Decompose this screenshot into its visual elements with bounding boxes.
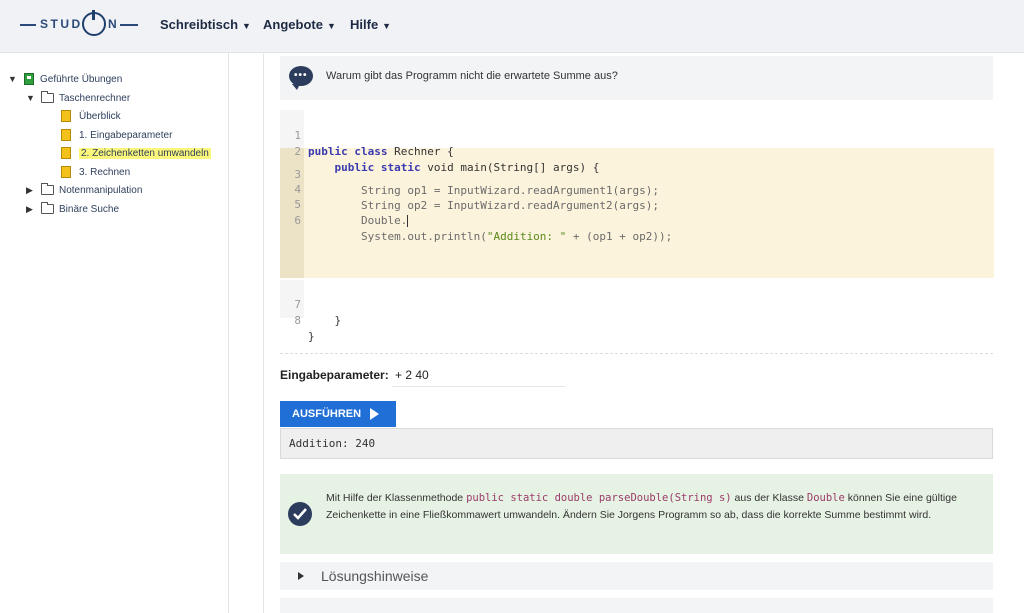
page-icon <box>61 147 71 159</box>
code-editor[interactable]: 1 public class Rechner { 2 public static… <box>280 110 994 343</box>
nav-schreibtisch[interactable]: Schreibtisch ▼ <box>160 17 251 32</box>
tree-item-root-label[interactable]: Geführte Übungen <box>40 74 122 85</box>
nav-angebote[interactable]: Angebote ▼ <box>263 17 336 32</box>
tree-item-notenmanipulation-label[interactable]: Notenmanipulation <box>59 185 142 196</box>
nav-hilfe-label: Hilfe <box>350 17 379 32</box>
input-params-field[interactable] <box>392 364 565 387</box>
tree-item-page-active-label[interactable]: 2. Zeichenketten umwandeln <box>79 147 211 159</box>
output-text: Addition: 240 <box>289 437 376 450</box>
expanded-triangle-icon[interactable]: ▼ <box>8 74 18 84</box>
question-text: Warum gibt das Programm nicht die erwart… <box>326 70 618 82</box>
tree-item-binaere-suche[interactable]: ▶ Binäre Suche <box>26 201 119 217</box>
keyword: public static <box>334 161 421 174</box>
nav-schreibtisch-label: Schreibtisch <box>160 17 239 32</box>
code-line[interactable]: 6 System.out.println("Addition: " + (op1… <box>280 197 672 243</box>
section-separator <box>280 353 993 354</box>
page-icon <box>61 166 71 178</box>
logo-text-left: STUD <box>40 17 83 31</box>
tree-item-page-label[interactable]: 3. Rechnen <box>79 167 130 178</box>
folder-icon <box>41 183 54 195</box>
code-line[interactable]: 8 } <box>280 297 314 343</box>
code-line[interactable]: 3 String op1 = InputWizard.readArgument1… <box>280 151 659 197</box>
tree-item-binaere-suche-label[interactable]: Binäre Suche <box>59 204 119 215</box>
tree-item-notenmanipulation[interactable]: ▶ Notenmanipulation <box>26 182 142 198</box>
caret-down-icon: ▼ <box>382 21 392 31</box>
play-icon <box>370 408 379 420</box>
code-line[interactable]: 5 Double. <box>280 181 409 227</box>
tree-item-page[interactable]: 3. Rechnen <box>61 164 130 180</box>
code-text: } <box>308 330 315 343</box>
caret-down-icon: ▼ <box>326 21 336 31</box>
code-line[interactable]: 4 String op2 = InputWizard.readArgument2… <box>280 166 659 212</box>
question-box: ••• Warum gibt das Programm nicht die er… <box>280 56 993 100</box>
collapsed-triangle-icon[interactable]: ▶ <box>26 204 36 215</box>
code-line[interactable]: 2 public static void main(String[] args)… <box>280 128 599 174</box>
tree-item-taschenrechner[interactable]: ▼ Taschenrechner <box>26 90 130 106</box>
folder-icon <box>41 91 54 103</box>
code-line[interactable]: 7 } <box>280 281 341 327</box>
code-line[interactable]: 1 public class Rechner { <box>280 112 453 158</box>
logo-text-right: N <box>108 17 120 31</box>
line-number: 6 <box>294 214 301 227</box>
run-button-label: AUSFÜHREN <box>292 408 362 420</box>
hint-text-part: Mit Hilfe der Klassenmethode <box>326 492 467 504</box>
sidebar-tree: ▼ Geführte Übungen ▼ Taschenrechner Über… <box>0 53 229 613</box>
run-button[interactable]: AUSFÜHREN <box>280 401 396 427</box>
code-text: } <box>334 314 342 327</box>
solution-toggle[interactable]: Lösungshinweise <box>280 562 993 590</box>
code-text: System.out.println( <box>360 230 487 243</box>
solution-label[interactable]: Lösungshinweise <box>321 568 428 584</box>
tree-item-page[interactable]: 1. Eingabeparameter <box>61 127 172 143</box>
tree-item-taschenrechner-label[interactable]: Taschenrechner <box>59 93 130 104</box>
output-console: Addition: 240 <box>280 428 993 459</box>
exercise-book-icon <box>24 73 34 85</box>
hint-code: public static double parseDouble(String … <box>466 492 732 504</box>
content-divider <box>263 53 264 613</box>
code-text: + (op1 + op2)); <box>566 230 673 243</box>
next-section-stub <box>280 598 993 613</box>
code-text: String op1 = InputWizard.readArgument1(a… <box>360 184 659 197</box>
page-icon <box>61 110 71 122</box>
expand-triangle-icon <box>298 572 304 580</box>
tree-item-page[interactable]: Überblick <box>61 108 121 124</box>
top-bar: STUD N Schreibtisch ▼ Angebote ▼ Hilfe ▼ <box>0 0 1024 53</box>
collapsed-triangle-icon[interactable]: ▶ <box>26 185 36 196</box>
hint-text-part: aus der Klasse <box>731 492 807 504</box>
checkmark-icon <box>288 502 312 526</box>
string-literal: "Addition: " <box>486 230 567 243</box>
text-cursor <box>407 215 409 227</box>
logo-power-icon <box>82 10 106 36</box>
nav-hilfe[interactable]: Hilfe ▼ <box>350 17 391 32</box>
code-text: void main(String[] args) { <box>420 161 600 174</box>
tree-item-root[interactable]: ▼ Geführte Übungen <box>8 71 122 87</box>
code-text: Rechner { <box>387 145 454 158</box>
hint-text: Mit Hilfe der Klassenmethode public stat… <box>326 490 978 524</box>
line-number: 8 <box>294 314 301 327</box>
tree-item-page-label[interactable]: 1. Eingabeparameter <box>79 130 172 141</box>
expanded-triangle-icon[interactable]: ▼ <box>26 93 36 103</box>
speech-bubble-icon: ••• <box>289 66 313 90</box>
hint-code: Double <box>806 492 845 504</box>
studon-logo[interactable]: STUD N <box>20 10 138 39</box>
tree-item-page-label[interactable]: Überblick <box>79 111 121 122</box>
input-params-label: Eingabeparameter: <box>280 368 389 382</box>
code-text: Double. <box>360 214 408 227</box>
page-icon <box>61 129 71 141</box>
keyword: public class <box>308 145 388 158</box>
caret-down-icon: ▼ <box>242 21 251 31</box>
nav-angebote-label: Angebote <box>263 17 323 32</box>
folder-icon <box>41 202 54 214</box>
tree-item-page-active[interactable]: 2. Zeichenketten umwandeln <box>61 145 211 161</box>
hint-box: Mit Hilfe der Klassenmethode public stat… <box>280 474 993 554</box>
code-text: String op2 = InputWizard.readArgument2(a… <box>360 199 659 212</box>
